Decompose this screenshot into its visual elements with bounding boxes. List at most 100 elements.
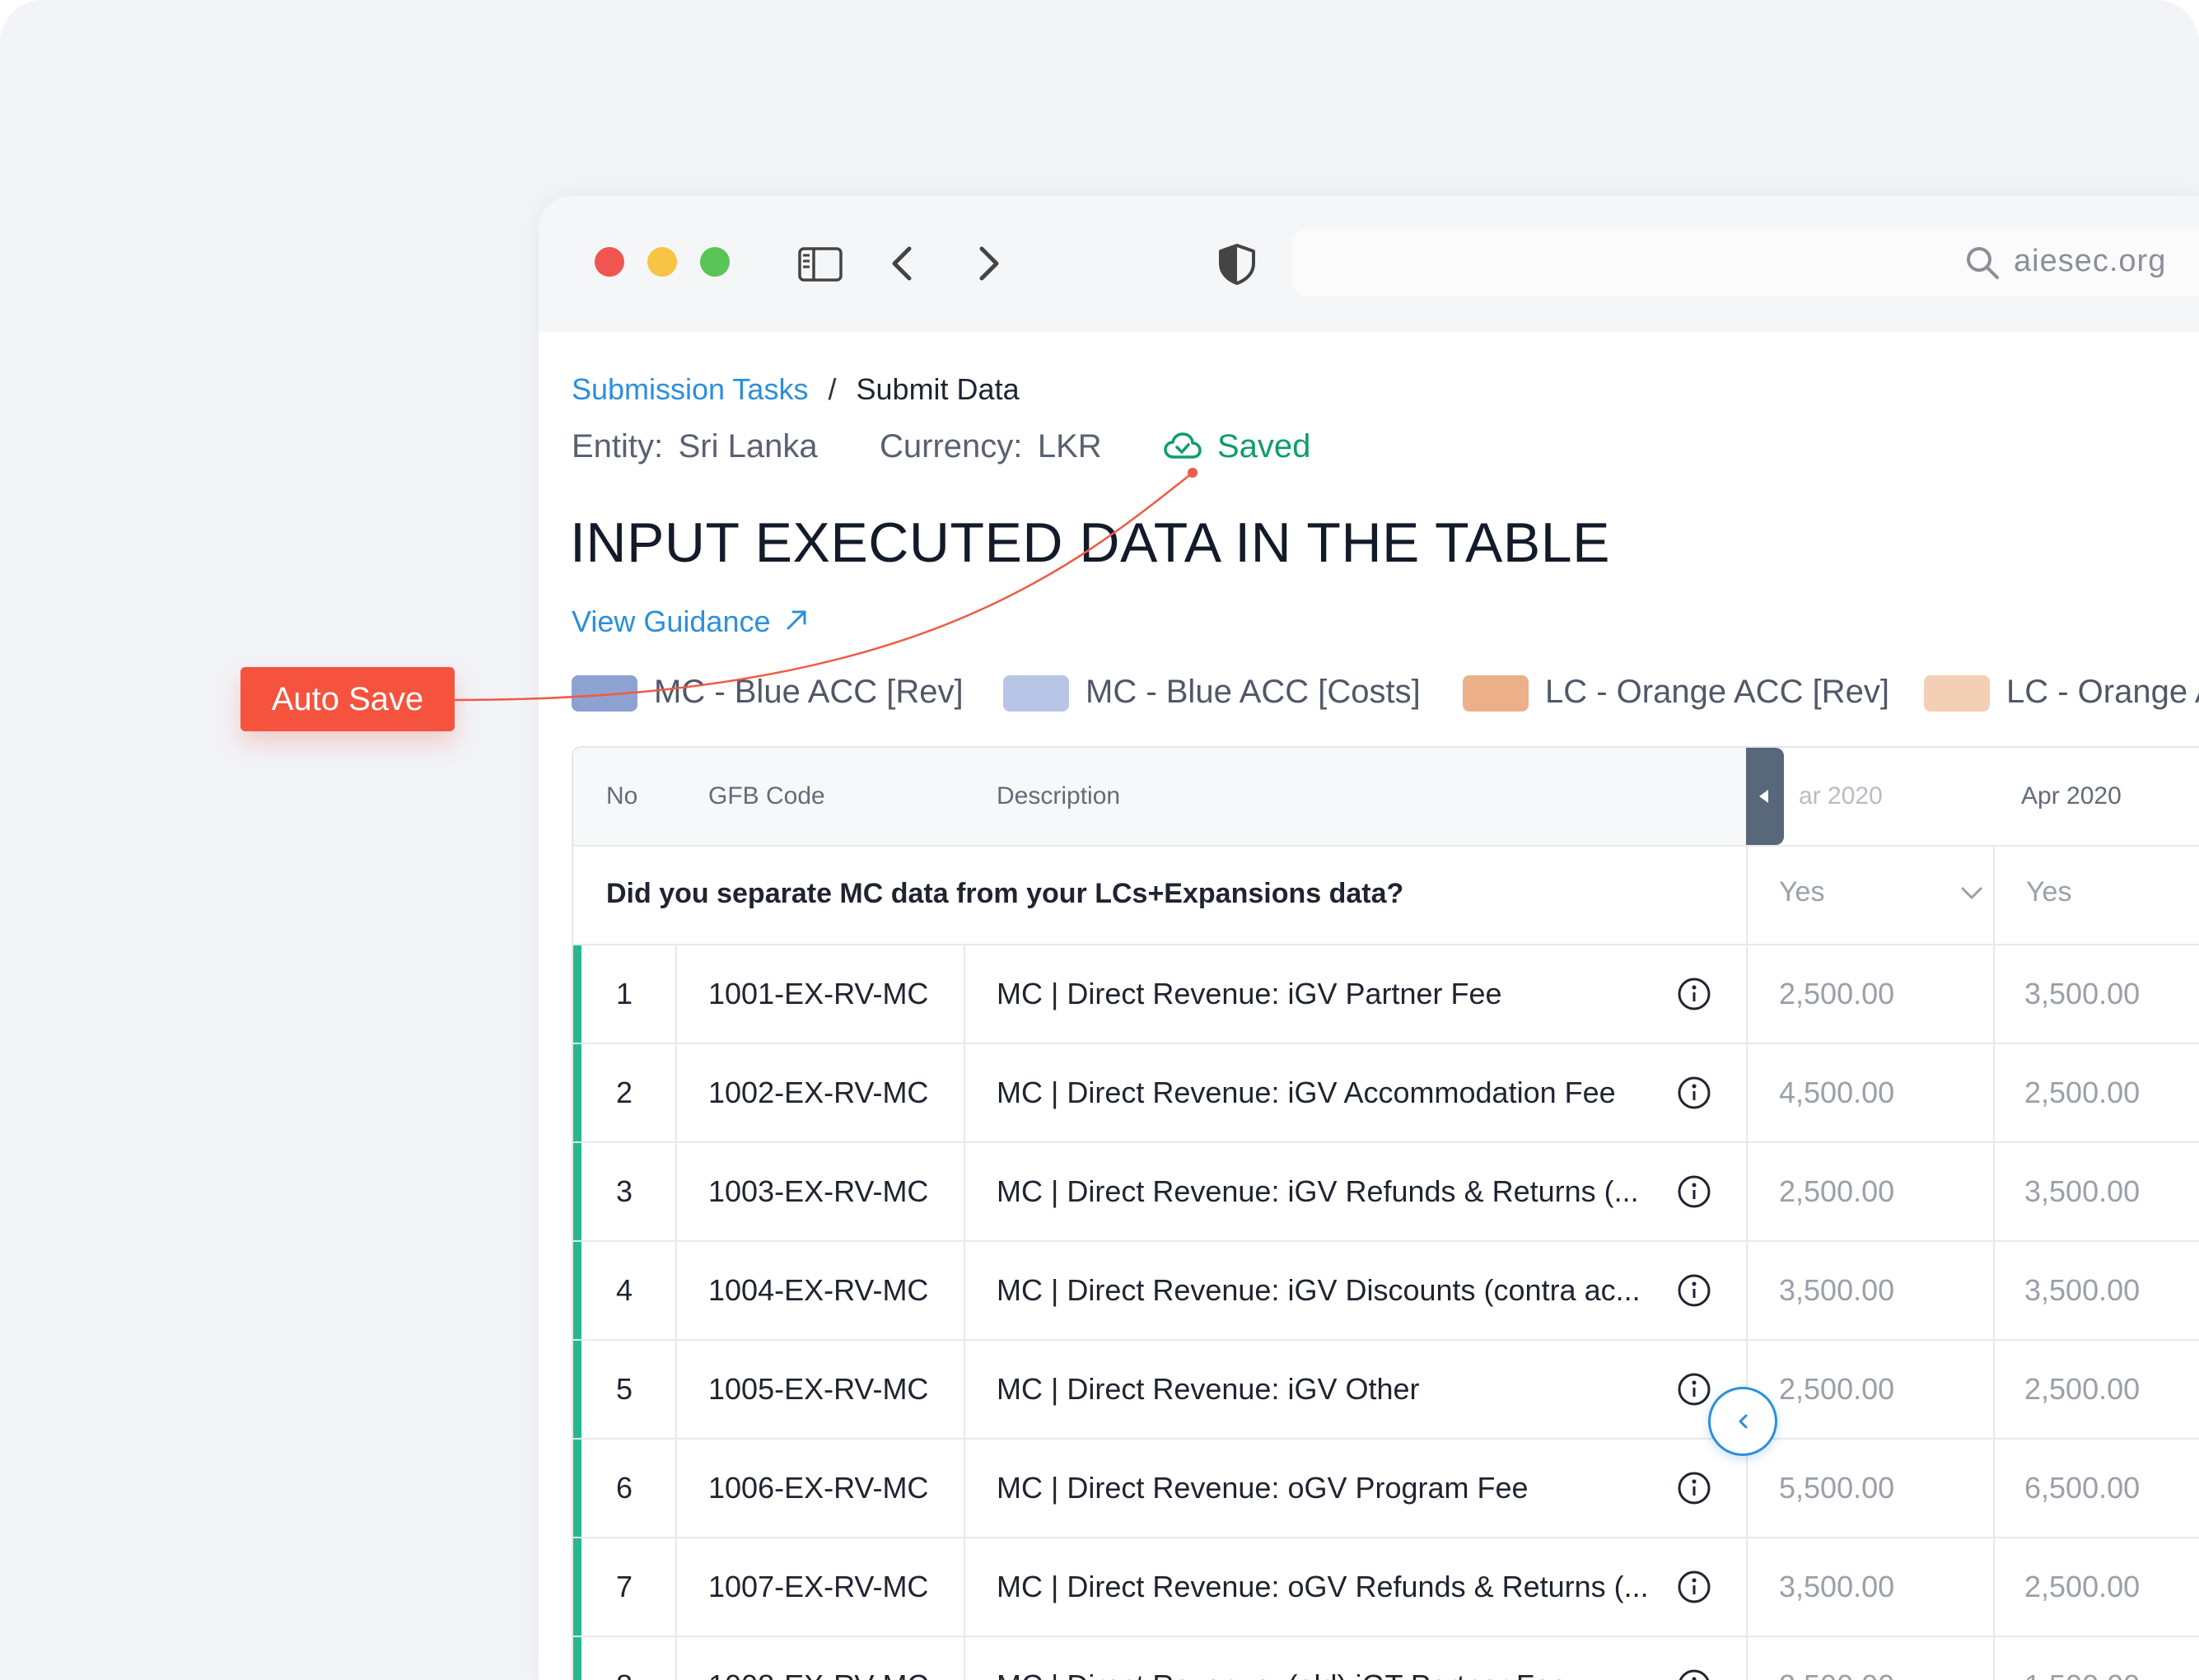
row-gfb-code: 1002-EX-RV-MC	[708, 1076, 929, 1109]
row-value-month-1[interactable]: 4,500.00	[1779, 1076, 1894, 1110]
row-accent-bar	[573, 1637, 581, 1680]
column-header-gfb-code: GFB Code	[708, 782, 825, 810]
sidebar-toggle-icon[interactable]	[796, 239, 845, 288]
info-icon[interactable]	[1677, 1273, 1711, 1308]
row-number: 4	[616, 1273, 633, 1307]
info-icon[interactable]	[1677, 1668, 1711, 1680]
row-value-month-2[interactable]: 6,500.00	[2024, 1471, 2140, 1505]
row-number: 5	[616, 1372, 633, 1406]
search-icon	[1964, 245, 2001, 281]
caret-left-icon	[1759, 790, 1768, 803]
row-description: MC | Direct Revenue: iGV Other	[997, 1372, 1420, 1406]
row-number: 6	[616, 1471, 633, 1505]
info-icon[interactable]	[1677, 1174, 1711, 1209]
row-value-month-1[interactable]: 3,500.00	[1779, 1570, 1894, 1604]
row-value-month-1[interactable]: 2,500.00	[1779, 1372, 1894, 1407]
browser-toolbar: aiesec.org	[539, 196, 2199, 332]
breadcrumb-link-submission-tasks[interactable]: Submission Tasks	[572, 372, 808, 406]
info-icon[interactable]	[1677, 977, 1711, 1011]
auto-save-callout: Auto Save	[240, 667, 455, 731]
column-header-description: Description	[997, 782, 1121, 810]
row-divider	[573, 1339, 2199, 1341]
info-icon[interactable]	[1677, 1570, 1711, 1604]
row-number: 2	[616, 1076, 633, 1109]
row-number: 1	[616, 977, 633, 1010]
row-value-month-1[interactable]: 2,500.00	[1779, 1668, 1894, 1680]
row-number: 3	[616, 1174, 633, 1208]
row-number: 7	[616, 1570, 633, 1603]
chevron-left-icon	[1739, 1414, 1748, 1429]
forward-arrow-icon[interactable]	[962, 239, 1011, 288]
legend-swatch-lc-orange-rev	[1463, 675, 1529, 712]
chevron-down-icon	[1961, 887, 1982, 899]
row-accent-bar	[573, 945, 581, 1043]
row-accent-bar	[573, 1143, 581, 1240]
answer-select-month-2[interactable]: Yes	[2026, 870, 2199, 919]
page-title: INPUT EXECUTED DATA IN THE TABLE	[570, 511, 1610, 574]
info-icon[interactable]	[1677, 1471, 1711, 1505]
row-value-month-1[interactable]: 5,500.00	[1779, 1471, 1894, 1505]
row-gfb-code: 1005-EX-RV-MC	[708, 1372, 929, 1406]
column-divider	[1993, 845, 1995, 1680]
row-accent-bar	[573, 1044, 581, 1141]
currency-label: Currency:	[880, 428, 1023, 464]
row-value-month-2[interactable]: 3,500.00	[2024, 977, 2140, 1011]
row-accent-bar	[573, 1341, 581, 1438]
row-value-month-2[interactable]: 2,500.00	[2024, 1570, 2140, 1604]
close-window-button[interactable]	[595, 247, 624, 277]
row-divider	[573, 944, 2199, 945]
row-description: MC | Direct Revenue: iGV Accommodation F…	[997, 1076, 1616, 1109]
shield-icon[interactable]	[1212, 239, 1262, 288]
row-value-month-2[interactable]: 3,500.00	[2024, 1174, 2140, 1209]
row-value-month-1[interactable]: 2,500.00	[1779, 977, 1894, 1011]
row-description: MC | Direct Revenue: oGV Program Fee	[997, 1471, 1529, 1505]
legend-label-mc-blue-rev: MC - Blue ACC [Rev]	[654, 674, 964, 710]
legend-swatch-mc-blue-costs	[1003, 675, 1069, 712]
row-gfb-code: 1008-EX-RV-MC	[708, 1668, 928, 1680]
column-header-month-2: Apr 2020	[2021, 782, 2122, 810]
row-divider	[573, 1141, 2199, 1143]
column-header-no: No	[606, 782, 638, 810]
row-gfb-code: 1007-EX-RV-MC	[708, 1570, 929, 1603]
row-divider	[573, 1043, 2199, 1044]
row-value-month-1[interactable]: 2,500.00	[1779, 1174, 1894, 1209]
info-icon[interactable]	[1677, 1372, 1711, 1407]
minimize-window-button[interactable]	[647, 247, 677, 277]
legend-label-mc-blue-costs: MC - Blue ACC [Costs]	[1085, 674, 1421, 710]
view-guidance-link[interactable]: View Guidance	[572, 604, 771, 639]
row-divider	[573, 1240, 2199, 1242]
row-description: MC | Direct Revenue: iGV Partner Fee	[997, 977, 1502, 1010]
breadcrumb: Submission Tasks / Submit Data	[572, 372, 1020, 407]
answer-select-month-1[interactable]: Yes	[1779, 870, 1982, 919]
row-value-month-2[interactable]: 3,500.00	[2024, 1273, 2140, 1308]
entity-label: Entity:	[572, 428, 664, 464]
row-divider	[573, 1438, 2199, 1440]
back-arrow-icon[interactable]	[880, 239, 929, 288]
row-value-month-2[interactable]: 2,500.00	[2024, 1076, 2140, 1110]
row-gfb-code: 1004-EX-RV-MC	[708, 1273, 929, 1307]
row-value-month-1[interactable]: 3,500.00	[1779, 1273, 1894, 1308]
row-value-month-2[interactable]: 2,500.00	[2024, 1372, 2140, 1407]
currency-meta: Currency: LKR	[880, 428, 1102, 465]
legend-swatch-lc-orange	[1924, 675, 1990, 712]
row-description: MC | Direct Revenue: oGV Refunds & Retur…	[997, 1570, 1649, 1603]
row-gfb-code: 1003-EX-RV-MC	[708, 1174, 929, 1208]
collapse-columns-tab[interactable]	[1746, 748, 1784, 845]
answer-select-value: Yes	[2026, 876, 2072, 908]
row-divider	[573, 1636, 2199, 1637]
legend-swatch-mc-blue-rev	[572, 675, 637, 712]
legend-label-lc-orange: LC - Orange A	[2006, 674, 2199, 710]
separation-question: Did you separate MC data from your LCs+E…	[606, 878, 1404, 909]
row-gfb-code: 1001-EX-RV-MC	[708, 977, 929, 1010]
address-url: aiesec.org	[2014, 244, 2167, 278]
maximize-window-button[interactable]	[700, 247, 730, 277]
address-bar[interactable]: aiesec.org	[1292, 229, 2199, 296]
external-link-icon[interactable]	[784, 608, 809, 632]
save-status: Saved	[1217, 428, 1311, 464]
info-icon[interactable]	[1677, 1076, 1711, 1110]
row-divider	[573, 845, 2199, 847]
collapse-panel-button[interactable]	[1708, 1387, 1777, 1456]
answer-select-value: Yes	[1779, 876, 1825, 908]
row-value-month-2[interactable]: 1,500.00	[2024, 1668, 2140, 1680]
row-divider	[573, 1537, 2199, 1538]
